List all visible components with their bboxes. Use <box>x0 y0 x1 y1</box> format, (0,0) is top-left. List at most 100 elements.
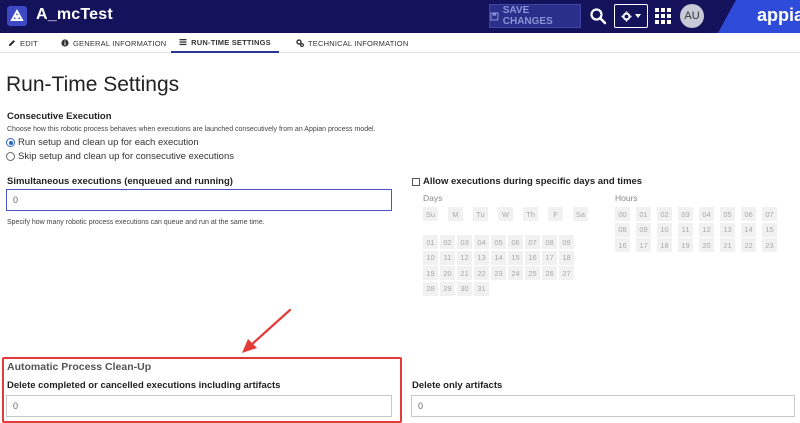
date-cell[interactable]: 13 <box>474 250 489 265</box>
search-icon[interactable] <box>589 7 607 25</box>
date-cell[interactable]: 17 <box>542 250 557 265</box>
weekday-cell[interactable]: W <box>498 207 513 221</box>
date-cell[interactable]: 14 <box>491 250 506 265</box>
save-changes-button[interactable]: SAVE CHANGES <box>489 4 581 28</box>
edit-icon <box>9 40 15 46</box>
save-changes-label: SAVE CHANGES <box>502 5 553 27</box>
list-icon <box>179 39 187 46</box>
app-grid-icon[interactable] <box>655 8 671 24</box>
weekday-cell[interactable]: Su <box>423 207 438 221</box>
caret-down-icon <box>635 14 641 18</box>
consecutive-execution-heading: Consecutive Execution <box>7 111 112 122</box>
hour-cell[interactable]: 12 <box>699 222 714 237</box>
settings-menu-button[interactable] <box>614 4 648 28</box>
date-cell[interactable]: 19 <box>423 266 438 280</box>
date-cell[interactable]: 03 <box>457 235 472 249</box>
radio-button[interactable] <box>6 152 15 161</box>
weekday-cell[interactable]: Sa <box>573 207 588 221</box>
date-cell[interactable]: 04 <box>474 235 489 249</box>
delete-artifacts-input[interactable]: 0 <box>411 395 795 417</box>
radio-run-setup-each[interactable]: Run setup and clean up for each executio… <box>6 137 199 148</box>
hour-cell[interactable]: 01 <box>636 207 651 221</box>
hour-cell[interactable]: 03 <box>678 207 693 221</box>
tab-edit[interactable]: EDIT <box>8 33 38 53</box>
date-cell[interactable]: 10 <box>423 250 438 265</box>
simultaneous-executions-heading: Simultaneous executions (enqueued and ru… <box>7 176 233 187</box>
hour-cell[interactable]: 18 <box>657 238 672 252</box>
radio-skip-setup-label: Skip setup and clean up for consecutive … <box>18 151 234 162</box>
allow-specific-times-label: Allow executions during specific days an… <box>423 176 643 187</box>
user-avatar[interactable]: AU <box>680 4 704 28</box>
gear-icon <box>621 10 632 22</box>
tab-technical-information[interactable]: TECHNICAL INFORMATION <box>296 33 408 53</box>
hour-cell[interactable]: 16 <box>615 238 630 252</box>
simultaneous-executions-input[interactable]: 0 <box>6 189 392 211</box>
radio-skip-setup[interactable]: Skip setup and clean up for consecutive … <box>6 151 234 162</box>
date-cell[interactable]: 28 <box>423 281 438 296</box>
weekday-cell[interactable]: F <box>548 207 563 221</box>
save-icon <box>490 11 499 21</box>
weekday-cell[interactable]: Tu <box>473 207 488 221</box>
hour-cell[interactable]: 02 <box>657 207 672 221</box>
weekday-cell[interactable]: Th <box>523 207 538 221</box>
top-header-bar: A_mcTest SAVE CHANGES AU appia <box>0 0 800 33</box>
date-cell[interactable]: 05 <box>491 235 506 249</box>
hour-cell[interactable]: 21 <box>720 238 735 252</box>
date-cell[interactable]: 11 <box>440 250 455 265</box>
info-icon <box>61 39 69 47</box>
hour-cell[interactable]: 09 <box>636 222 651 237</box>
hour-cell[interactable]: 11 <box>678 222 693 237</box>
hour-cell[interactable]: 14 <box>741 222 756 237</box>
allow-specific-times-checkbox-row[interactable]: Allow executions during specific days an… <box>412 176 642 187</box>
date-cell[interactable]: 24 <box>508 266 523 280</box>
date-cell[interactable]: 18 <box>559 250 574 265</box>
hour-cell[interactable]: 04 <box>699 207 714 221</box>
allow-specific-times-checkbox[interactable] <box>412 177 420 186</box>
tab-general-information[interactable]: GENERAL INFORMATION <box>61 33 166 53</box>
date-cell[interactable]: 06 <box>508 235 523 249</box>
hour-cell[interactable]: 06 <box>741 207 756 221</box>
date-cell[interactable]: 01 <box>423 235 438 249</box>
tab-general-information-label: GENERAL INFORMATION <box>73 38 167 48</box>
delete-completed-input[interactable]: 0 <box>6 395 392 417</box>
simultaneous-executions-value: 0 <box>13 195 19 205</box>
date-cell[interactable]: 20 <box>440 266 455 280</box>
hour-cell[interactable]: 13 <box>720 222 735 237</box>
appian-logo: appia <box>757 5 800 25</box>
date-cell[interactable]: 15 <box>508 250 523 265</box>
date-cell[interactable]: 31 <box>474 281 489 296</box>
radio-button-selected[interactable] <box>6 138 15 147</box>
hour-cell[interactable]: 19 <box>678 238 693 252</box>
date-cell[interactable]: 30 <box>457 281 472 296</box>
date-cell[interactable]: 16 <box>525 250 540 265</box>
hour-cell[interactable]: 10 <box>657 222 672 237</box>
hour-cell[interactable]: 05 <box>720 207 735 221</box>
tab-run-time-settings-label: RUN-TIME SETTINGS <box>191 37 271 47</box>
date-cell[interactable]: 12 <box>457 250 472 265</box>
hour-cell[interactable]: 08 <box>615 222 630 237</box>
hour-cell[interactable]: 20 <box>699 238 714 252</box>
hour-cell[interactable]: 17 <box>636 238 651 252</box>
hour-cell[interactable]: 00 <box>615 207 630 221</box>
delete-completed-value: 0 <box>13 401 19 411</box>
date-cell[interactable]: 07 <box>525 235 540 249</box>
hour-cell[interactable]: 15 <box>762 222 777 237</box>
weekday-cell[interactable]: M <box>448 207 463 221</box>
date-cell[interactable]: 09 <box>559 235 574 249</box>
date-cell[interactable]: 29 <box>440 281 455 296</box>
hour-cell[interactable]: 22 <box>741 238 756 252</box>
delete-completed-label: Delete completed or cancelled executions… <box>7 380 281 391</box>
hour-cell[interactable]: 07 <box>762 207 777 221</box>
date-cell[interactable]: 08 <box>542 235 557 249</box>
radio-run-setup-each-label: Run setup and clean up for each executio… <box>18 137 199 148</box>
tab-edit-label: EDIT <box>20 38 38 48</box>
date-cell[interactable]: 21 <box>457 266 472 280</box>
date-cell[interactable]: 02 <box>440 235 455 249</box>
date-cell[interactable]: 23 <box>491 266 506 280</box>
date-cell[interactable]: 25 <box>525 266 540 280</box>
date-cell[interactable]: 27 <box>559 266 574 280</box>
date-cell[interactable]: 26 <box>542 266 557 280</box>
date-cell[interactable]: 22 <box>474 266 489 280</box>
hour-cell[interactable]: 23 <box>762 238 777 252</box>
tab-run-time-settings[interactable]: RUN-TIME SETTINGS <box>171 33 279 53</box>
